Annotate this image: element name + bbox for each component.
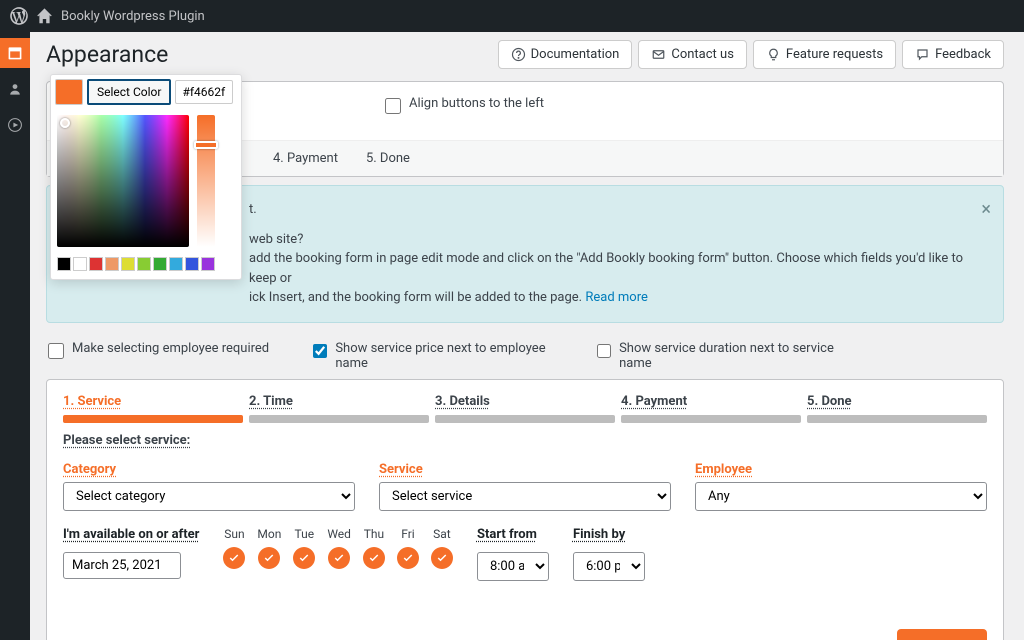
step-done: 5. Done — [807, 394, 987, 423]
finish-by-label: Finish by — [573, 527, 645, 542]
next-button[interactable]: NEXT — [897, 629, 987, 640]
swatch[interactable] — [57, 257, 71, 271]
documentation-button[interactable]: Documentation — [498, 40, 633, 69]
color-picker[interactable]: Select Color — [50, 74, 242, 280]
feedback-button[interactable]: Feedback — [902, 40, 1004, 69]
step-time: 2. Time — [249, 394, 429, 423]
contact-us-button[interactable]: Contact us — [638, 40, 747, 69]
close-icon[interactable]: × — [981, 196, 991, 223]
hue-slider[interactable] — [197, 115, 215, 247]
day-tue[interactable]: Tue — [293, 527, 315, 569]
sidebar-item-calendar[interactable] — [0, 38, 30, 68]
start-from-label: Start from — [477, 527, 549, 542]
current-color-swatch — [55, 79, 83, 105]
day-wed[interactable]: Wed — [327, 527, 351, 569]
available-label: I'm available on or after — [63, 527, 199, 542]
service-label: Service — [379, 462, 671, 477]
employee-select[interactable]: Any — [695, 482, 987, 511]
make-required-checkbox[interactable]: Make selecting employee required — [48, 341, 269, 371]
gradient-handle[interactable] — [60, 118, 70, 128]
select-color-button[interactable]: Select Color — [87, 79, 171, 105]
hue-handle[interactable] — [194, 141, 218, 149]
day-thu[interactable]: Thu — [363, 527, 385, 569]
swatch[interactable] — [121, 257, 135, 271]
hex-input[interactable] — [175, 80, 233, 104]
day-sun[interactable]: Sun — [223, 527, 245, 569]
start-from-select[interactable]: 8:00 am — [477, 552, 549, 581]
swatch[interactable] — [105, 257, 119, 271]
category-label: Category — [63, 462, 355, 477]
finish-by-select[interactable]: 6:00 pm — [573, 552, 645, 581]
read-more-link[interactable]: Read more — [585, 290, 648, 305]
swatch[interactable] — [185, 257, 199, 271]
step-details: 3. Details — [435, 394, 615, 423]
color-gradient[interactable] — [57, 115, 189, 247]
step-service: 1. Service — [63, 394, 243, 423]
sidebar-item-settings[interactable] — [0, 110, 30, 140]
please-select-service-label: Please select service: — [63, 433, 190, 448]
tab-done[interactable]: 5. Done — [366, 151, 410, 166]
form-preview: 1. Service 2. Time 3. Details 4. Payment… — [46, 379, 1004, 640]
align-buttons-checkbox[interactable]: Align buttons to the left — [385, 96, 544, 114]
wp-admin-bar: Bookly Wordpress Plugin — [0, 0, 1024, 32]
feature-requests-button[interactable]: Feature requests — [753, 40, 896, 69]
swatch[interactable] — [169, 257, 183, 271]
swatch[interactable] — [73, 257, 87, 271]
swatch[interactable] — [153, 257, 167, 271]
day-fri[interactable]: Fri — [397, 527, 419, 569]
swatch[interactable] — [201, 257, 215, 271]
available-date-input[interactable] — [63, 552, 181, 579]
wordpress-icon — [10, 7, 28, 25]
page-title: Appearance — [46, 41, 168, 68]
sidebar-item-users[interactable] — [0, 74, 30, 104]
show-duration-checkbox[interactable]: Show service duration next to service na… — [597, 341, 837, 371]
category-select[interactable]: Select category — [63, 482, 355, 511]
tab-payment[interactable]: 4. Payment — [273, 151, 338, 166]
service-select[interactable]: Select service — [379, 482, 671, 511]
step-payment: 4. Payment — [621, 394, 801, 423]
swatch[interactable] — [89, 257, 103, 271]
admin-sidebar — [0, 32, 30, 640]
home-icon[interactable] — [36, 8, 53, 25]
day-sat[interactable]: Sat — [431, 527, 453, 569]
show-price-checkbox[interactable]: Show service price next to employee name — [313, 341, 553, 371]
site-name[interactable]: Bookly Wordpress Plugin — [61, 9, 205, 24]
day-mon[interactable]: Mon — [257, 527, 281, 569]
swatch[interactable] — [137, 257, 151, 271]
employee-label: Employee — [695, 462, 987, 477]
preset-swatches — [51, 253, 241, 279]
